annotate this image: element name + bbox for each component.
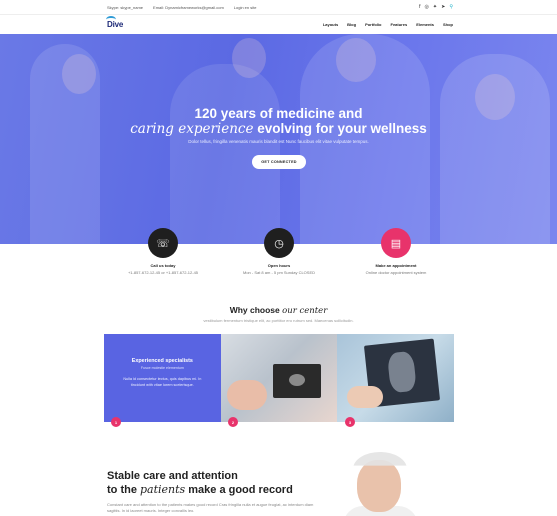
hero-title-rest: evolving for your wellness — [253, 121, 427, 136]
hand-image — [347, 386, 384, 408]
get-connected-button[interactable]: GET CONNECTED — [252, 155, 306, 169]
stable-title-italic: patients — [140, 483, 186, 496]
info-call: ☏ Call us today +1-857-672-12-45 or +1-8… — [103, 228, 223, 275]
stable-title-line1: Stable care and attention — [107, 470, 238, 482]
stable-care-section: Stable care and attention to the patient… — [107, 470, 327, 514]
stable-title-pre: to the — [107, 484, 140, 496]
feature-card-ultrasound[interactable] — [220, 334, 338, 422]
stable-title-post: make a good record — [185, 484, 293, 496]
card-number-badge: 1 — [111, 417, 121, 427]
nav-item-shop[interactable]: Shop — [443, 22, 453, 27]
login-link[interactable]: Login en site — [234, 5, 257, 10]
card-description: Nulla id consectetur lectus, quis dapibu… — [123, 377, 202, 387]
doctor-head-shape — [336, 38, 376, 82]
card-number-badge: 3 — [345, 417, 355, 427]
instagram-icon[interactable]: ◎ — [425, 4, 429, 10]
hero-title-italic: caring experience — [130, 121, 254, 137]
appointment-icon: ▤ — [381, 228, 411, 258]
hero-title-line1: 120 years of medicine and — [194, 106, 363, 121]
info-title: Call us today — [150, 263, 176, 268]
info-title: Open hours — [267, 263, 291, 268]
doctor-face — [357, 460, 401, 512]
doctor-head-shape — [62, 54, 96, 94]
doctor-head-shape — [232, 38, 266, 78]
main-nav: Dive Layouts Blog Portfolio Features Ele… — [0, 14, 557, 34]
facebook-icon[interactable]: f — [419, 4, 420, 10]
card-title: Experienced specialists — [131, 358, 193, 364]
info-title: Make an appointment — [375, 263, 417, 268]
phone-icon: ☏ — [148, 228, 178, 258]
hero-title-line2: caring experience evolving for your well… — [0, 121, 557, 137]
info-detail: Online doctor appointment system — [365, 270, 427, 275]
info-appointment[interactable]: ▤ Make an appointment Online doctor appo… — [336, 228, 456, 275]
why-title: Why choose our center — [0, 305, 557, 316]
hero-section: 120 years of medicine and caring experie… — [0, 34, 557, 244]
location-icon[interactable]: ⚲ — [449, 4, 453, 10]
nav-item-layouts[interactable]: Layouts — [323, 22, 338, 27]
nav-item-elements[interactable]: Elements — [416, 22, 434, 27]
hero-subtitle: Dolor tellus, fringilla venenatis mauris… — [188, 139, 369, 144]
info-detail: Mon - Sat 8 am - 5 pm Sunday CLOSED — [242, 270, 316, 275]
feature-card-xray[interactable] — [337, 334, 454, 422]
why-title-italic: our center — [282, 306, 328, 316]
feature-card-specialists[interactable]: Experienced specialists Fusce molestie e… — [104, 334, 221, 422]
info-hours: ◷ Open hours Mon - Sat 8 am - 5 pm Sunda… — [219, 228, 339, 275]
feature-cards: Experienced specialists Fusce molestie e… — [104, 334, 454, 422]
clock-icon: ◷ — [264, 228, 294, 258]
info-strip: ☏ Call us today +1-857-672-12-45 or +1-8… — [0, 228, 557, 288]
nav-item-features[interactable]: Features — [391, 22, 408, 27]
email-contact[interactable]: Email: Dynamicframeworks@gmail.com — [153, 5, 224, 10]
top-bar: Skype: skype_name Email: Dynamicframewor… — [0, 0, 557, 14]
info-detail: +1-857-672-12-45 or +1-857-672-12-45 — [127, 270, 199, 275]
twitter-icon[interactable]: ✦ — [433, 4, 437, 10]
stable-title: Stable care and attention to the patient… — [107, 470, 327, 497]
hero-title: 120 years of medicine and caring experie… — [0, 106, 557, 137]
stable-description: Constant care and attention to the patie… — [107, 502, 314, 513]
hand-image — [226, 380, 267, 410]
telegram-icon[interactable]: ➤ — [441, 4, 445, 10]
doctor-photo-overlay — [170, 64, 280, 244]
card-number-badge: 2 — [228, 417, 238, 427]
nav-links: Layouts Blog Portfolio Features Elements… — [323, 22, 453, 27]
why-subtitle: vestibulum fermentum tristique elit, ac … — [203, 318, 354, 323]
social-links: f ◎ ✦ ➤ ⚲ — [419, 4, 453, 10]
stable-title-line2: to the patients make a good record — [107, 483, 327, 497]
site-logo[interactable]: Dive — [105, 16, 123, 29]
doctor-portrait — [343, 450, 418, 516]
nav-item-blog[interactable]: Blog — [347, 22, 356, 27]
nav-item-portfolio[interactable]: Portfolio — [365, 22, 381, 27]
ultrasound-image — [272, 364, 321, 398]
card-subtitle: Fusce molestie elementum — [140, 366, 184, 370]
why-title-plain: Why choose — [229, 305, 283, 315]
skype-contact[interactable]: Skype: skype_name — [107, 5, 143, 10]
